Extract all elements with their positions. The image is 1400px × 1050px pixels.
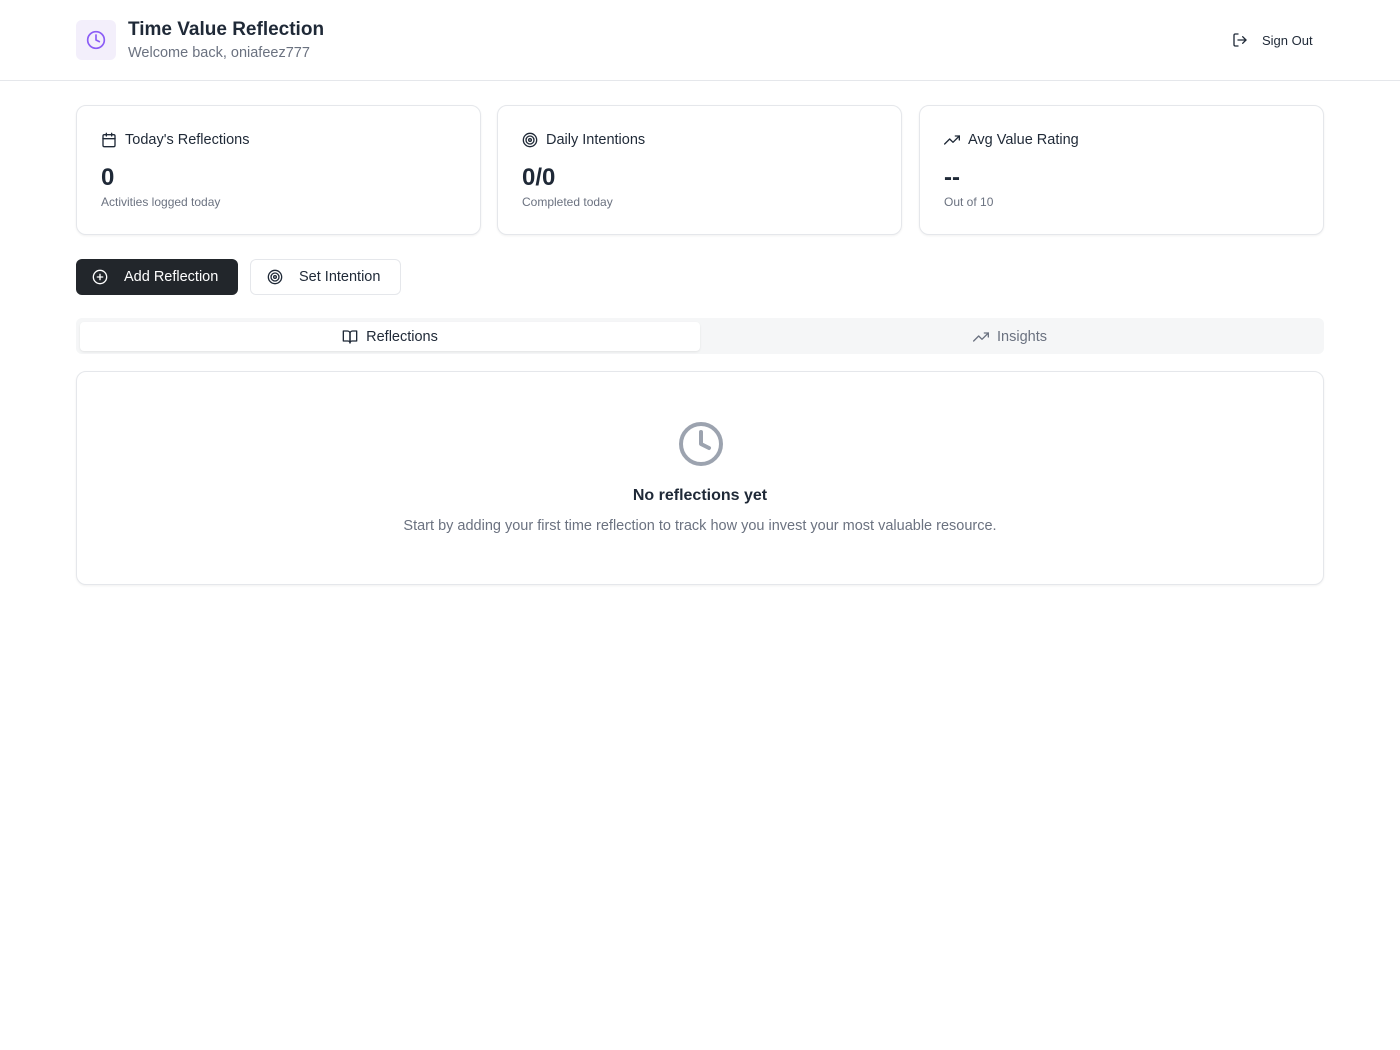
- stat-card-avg-rating: Avg Value Rating -- Out of 10: [919, 105, 1324, 235]
- tab-reflections[interactable]: Reflections: [80, 322, 700, 351]
- app-header: Time Value Reflection Welcome back, onia…: [0, 0, 1400, 81]
- stat-card-reflections: Today's Reflections 0 Activities logged …: [76, 105, 481, 235]
- stat-label: Today's Reflections: [125, 132, 250, 148]
- stat-value: 0: [101, 164, 115, 191]
- tab-insights[interactable]: Insights: [700, 322, 1320, 351]
- stat-label: Daily Intentions: [546, 132, 646, 148]
- target-icon: [267, 269, 283, 285]
- app-title: Time Value Reflection: [128, 19, 325, 40]
- clock-icon: [86, 30, 106, 50]
- empty-state-title: No reflections yet: [632, 487, 768, 504]
- app-logo: [76, 20, 116, 60]
- book-open-icon: [342, 329, 358, 345]
- add-reflection-button[interactable]: Add Reflection: [76, 259, 238, 295]
- set-intention-label: Set Intention: [299, 269, 381, 285]
- trending-up-icon: [944, 132, 960, 148]
- log-out-icon: [1232, 32, 1248, 48]
- stat-card-intentions: Daily Intentions 0/0 Completed today: [497, 105, 902, 235]
- reflections-empty-state: No reflections yet Start by adding your …: [76, 371, 1324, 585]
- sign-out-label: Sign Out: [1262, 32, 1313, 48]
- welcome-message: Welcome back, oniafeez777: [128, 45, 310, 61]
- calendar-icon: [101, 132, 117, 148]
- trending-up-icon: [973, 329, 989, 345]
- add-reflection-label: Add Reflection: [124, 269, 219, 285]
- stat-caption: Completed today: [522, 195, 613, 209]
- stat-label: Avg Value Rating: [968, 132, 1079, 148]
- stat-caption: Out of 10: [944, 195, 994, 209]
- target-icon: [522, 132, 538, 148]
- tab-label: Insights: [997, 328, 1047, 345]
- tab-label: Reflections: [366, 328, 438, 345]
- stat-value: 0/0: [522, 164, 556, 191]
- plus-circle-icon: [92, 269, 108, 285]
- set-intention-button[interactable]: Set Intention: [250, 259, 401, 295]
- sign-out-button[interactable]: Sign Out: [1220, 24, 1325, 56]
- stat-value: --: [944, 164, 960, 191]
- clock-icon: [677, 420, 725, 468]
- stat-caption: Activities logged today: [101, 195, 221, 209]
- empty-state-text: Start by adding your first time reflecti…: [403, 518, 997, 534]
- tab-list: Reflections Insights: [76, 318, 1324, 354]
